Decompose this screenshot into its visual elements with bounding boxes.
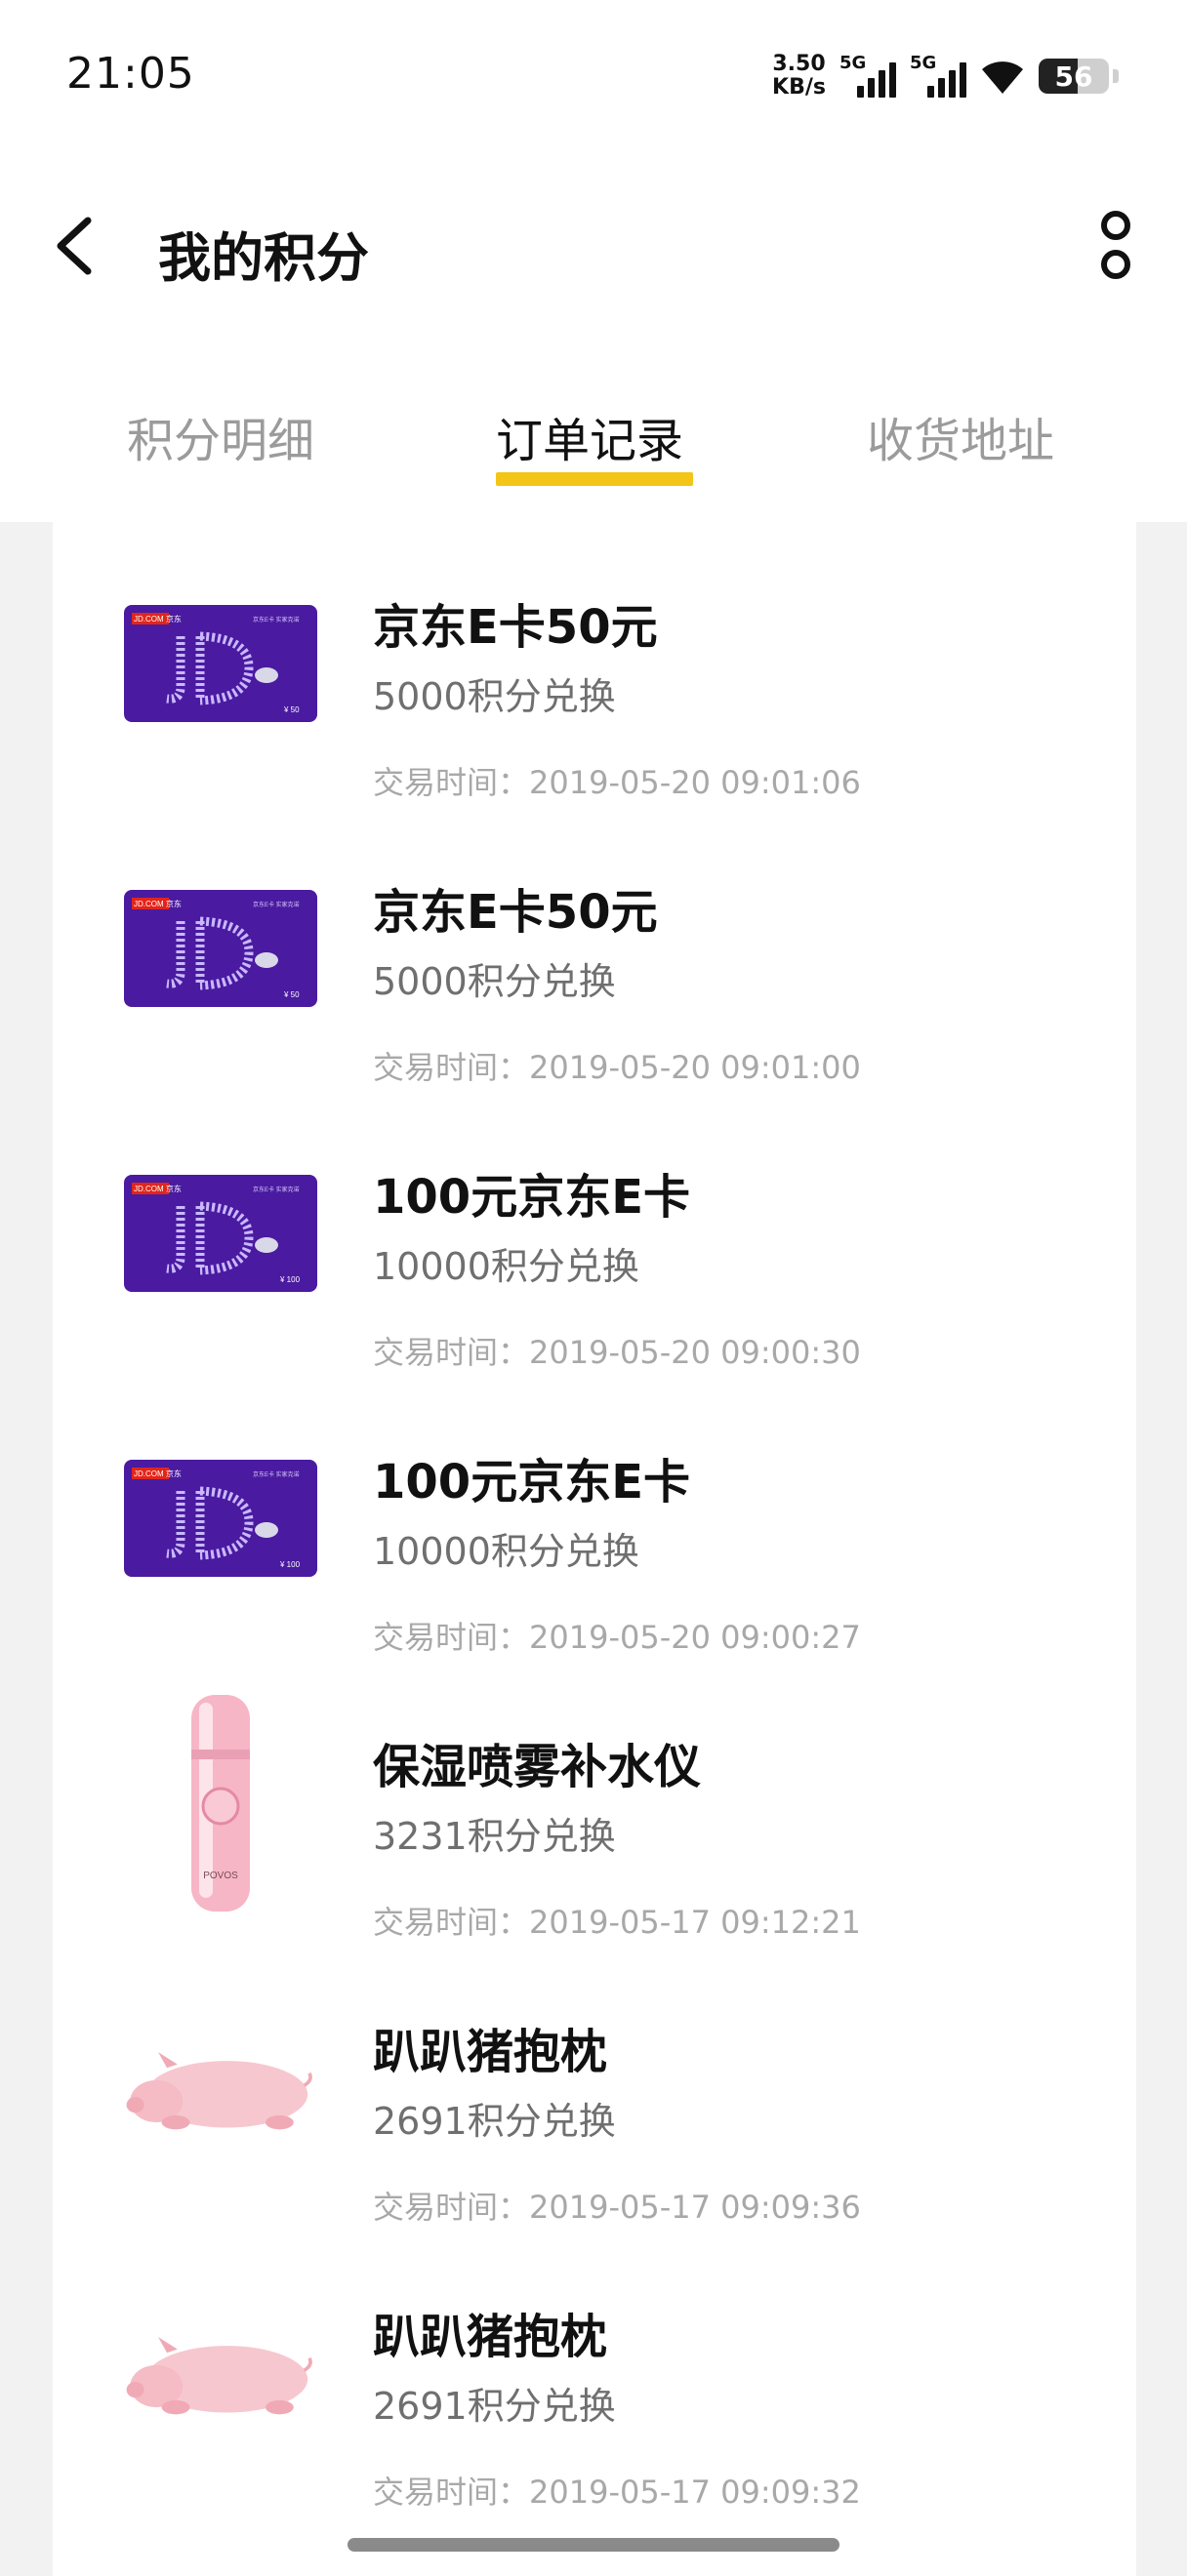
jd-card-thumbnail: JD.COM 京东 京东E卡 实家克诺 ¥ 100 [123,1131,318,1336]
order-item[interactable]: JD.COM 京东 京东E卡 实家克诺 ¥ 50 京东E卡50元 5000积分兑… [53,807,1136,1092]
signal-icon-2: 5G [910,51,966,101]
network-speed: 3.50 KB/s [772,53,826,100]
jd-card-thumbnail: JD.COM 京东 京东E卡 实家克诺 ¥ 50 [123,846,318,1051]
order-item[interactable]: JD.COM 京东 京东E卡 实家克诺 ¥ 50 京东E卡50元 5000积分兑… [53,522,1136,807]
pig-pillow-thumbnail [123,1986,318,2191]
tab-order-records[interactable]: 订单记录 [496,402,683,470]
page-title: 我的积分 [158,227,369,289]
item-points: 10000积分兑换 [373,1245,639,1288]
order-list: JD.COM 京东 京东E卡 实家克诺 ¥ 50 京东E卡50元 5000积分兑… [53,522,1136,2576]
item-name: 京东E卡50元 [373,600,658,655]
item-time: 交易时间：2019-05-17 09:12:21 [373,1904,861,1941]
status-icons: 3.50 KB/s 5G 5G 56 [772,47,1119,105]
item-time: 交易时间：2019-05-20 09:00:30 [373,1334,861,1371]
battery-level: 56 [1054,60,1093,93]
item-name: 100元京东E卡 [373,1455,690,1509]
svg-text:¥ 50: ¥ 50 [283,705,300,714]
item-name: 京东E卡50元 [373,885,658,940]
network-speed-unit: KB/s [772,75,826,100]
item-time: 交易时间：2019-05-17 09:09:32 [373,2474,861,2511]
item-points: 10000积分兑换 [373,1530,639,1573]
item-time: 交易时间：2019-05-17 09:09:36 [373,2189,861,2226]
order-item[interactable]: POVOS 保湿喷雾补水仪 3231积分兑换 交易时间：2019-05-17 0… [53,1662,1136,1947]
tab-shipping-address[interactable]: 收货地址 [867,402,1054,470]
wifi-icon [982,61,1023,94]
jd-card-thumbnail: JD.COM 京东 京东E卡 实家克诺 ¥ 100 [123,1416,318,1621]
svg-text:¥ 100: ¥ 100 [279,1560,301,1569]
svg-text:京东E卡 实家克诺: 京东E卡 实家克诺 [253,901,300,908]
order-item[interactable]: JD.COM 京东 京东E卡 实家克诺 ¥ 100 100元京东E卡 10000… [53,1377,1136,1662]
back-arrow-icon[interactable] [51,215,100,277]
item-points: 5000积分兑换 [373,960,616,1003]
home-indicator[interactable] [348,2538,839,2552]
item-name: 趴趴猪抱枕 [373,2025,608,2079]
order-item[interactable]: 趴趴猪抱枕 2691积分兑换 交易时间：2019-05-17 09:09:36 [53,1947,1136,2232]
order-item[interactable]: JD.COM 京东 京东E卡 实家克诺 ¥ 100 100元京东E卡 10000… [53,1092,1136,1377]
network-speed-value: 3.50 [772,52,826,76]
svg-text:JD.COM 京东: JD.COM 京东 [134,1469,182,1478]
more-options-icon[interactable] [1099,211,1132,281]
svg-text:京东E卡 实家克诺: 京东E卡 实家克诺 [253,1186,300,1193]
order-item[interactable]: 趴趴猪抱枕 2691积分兑换 交易时间：2019-05-17 09:09:32 [53,2232,1136,2516]
item-name: 趴趴猪抱枕 [373,2310,608,2364]
battery-icon: 56 [1039,59,1109,94]
header-area: 21:05 3.50 KB/s 5G 5G 56 我的积分 积分明细 订单记录 … [0,0,1187,522]
item-name: 100元京东E卡 [373,1170,690,1225]
pig-pillow-thumbnail [123,2271,318,2475]
svg-text:¥ 50: ¥ 50 [283,990,300,999]
svg-text:JD.COM 京东: JD.COM 京东 [134,614,182,624]
svg-text:京东E卡 实家克诺: 京东E卡 实家克诺 [253,1470,300,1478]
item-time: 交易时间：2019-05-20 09:00:27 [373,1619,861,1656]
item-points: 2691积分兑换 [373,2100,616,2143]
item-points: 3231积分兑换 [373,1815,616,1858]
item-points: 5000积分兑换 [373,675,616,718]
screen: 21:05 3.50 KB/s 5G 5G 56 我的积分 积分明细 订单记录 … [0,0,1187,2576]
tab-points-detail[interactable]: 积分明细 [127,402,314,470]
jd-card-thumbnail: JD.COM 京东 京东E卡 实家克诺 ¥ 50 [123,561,318,766]
item-points: 2691积分兑换 [373,2385,616,2428]
svg-text:JD.COM 京东: JD.COM 京东 [134,899,182,908]
signal-icon: 5G [839,51,896,101]
svg-text:¥ 100: ¥ 100 [279,1275,301,1284]
item-time: 交易时间：2019-05-20 09:01:00 [373,1049,861,1086]
svg-text:京东E卡 实家克诺: 京东E卡 实家克诺 [253,616,300,624]
svg-text:JD.COM 京东: JD.COM 京东 [134,1184,182,1193]
item-name: 保湿喷雾补水仪 [373,1740,702,1794]
active-tab-indicator [496,472,693,486]
svg-text:POVOS: POVOS [203,1871,238,1881]
status-time: 21:05 [66,49,195,99]
sprayer-thumbnail: POVOS [123,1695,318,1912]
item-time: 交易时间：2019-05-20 09:01:06 [373,764,861,801]
tab-bar: 积分明细 订单记录 收货地址 [0,402,1187,490]
